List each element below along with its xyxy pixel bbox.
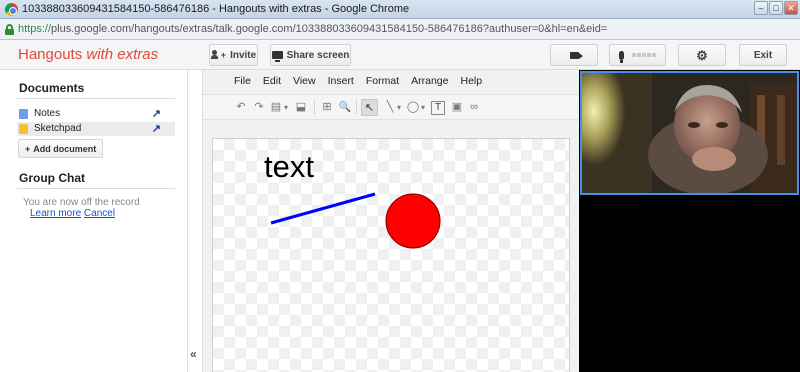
window-title: 103388033609431584150-586476186 - Hangou… (22, 3, 410, 15)
off-record-notice: You are now off the record (23, 197, 140, 208)
editor-menubar: File Edit View Insert Format Arrange Hel… (203, 70, 580, 92)
url-rest: plus.google.com/hangouts/extras/talk.goo… (51, 23, 608, 35)
collapse-panel-icon[interactable]: « (190, 347, 197, 361)
drawing-shapes (270, 192, 441, 249)
select-icon[interactable]: ↖ (361, 99, 378, 116)
open-external-icon[interactable]: ↗ (152, 122, 161, 135)
app-title: Hangouts with extras (18, 46, 158, 63)
drawn-line[interactable] (270, 192, 376, 225)
app-title-main: Hangouts (18, 46, 87, 63)
drawing-editor: File Edit View Insert Format Arrange Hel… (202, 70, 580, 372)
left-panel: Documents Notes ↗ Sketchpad ↗ + Add docu… (0, 70, 188, 372)
zoom-icon[interactable]: 🔍 (338, 99, 352, 116)
menu-arrange[interactable]: Arrange (411, 75, 448, 87)
share-screen-button[interactable]: Share screen (270, 44, 351, 66)
url-text[interactable]: https://plus.google.com/hangouts/extras/… (18, 23, 607, 35)
document-label: Notes (34, 108, 61, 119)
add-document-label: Add document (33, 143, 97, 154)
settings-button[interactable]: ⚙ (678, 44, 726, 66)
doc-icon (19, 109, 28, 119)
mic-toggle-button[interactable] (609, 44, 666, 66)
image-icon[interactable]: ▣ (450, 99, 464, 116)
close-window-button[interactable]: ✕ (784, 1, 798, 15)
video-panel (579, 70, 800, 372)
menu-edit[interactable]: Edit (263, 75, 281, 87)
open-external-icon[interactable]: ↗ (152, 107, 161, 120)
invite-button[interactable]: + Invite (209, 44, 258, 66)
textbox-icon[interactable]: T (431, 101, 445, 115)
editor-toolbar: ↶ ↷ ▤ ▾ ⬓ ⊞ 🔍 ↖ ╲ ▾ ◯ ▾ T ▣ ∞ (203, 94, 580, 120)
window-controls: – □ ✕ (754, 1, 798, 15)
menu-view[interactable]: View (293, 75, 316, 87)
menu-file[interactable]: File (234, 75, 251, 87)
learn-more-link[interactable]: Learn more (30, 208, 81, 219)
divider (17, 188, 175, 189)
gear-icon: ⚙ (696, 47, 708, 63)
drawing-icon (19, 124, 28, 134)
group-chat-heading: Group Chat (19, 171, 85, 185)
add-document-button[interactable]: + Add document (18, 139, 104, 158)
undo-icon[interactable]: ↶ (234, 99, 248, 116)
lock-icon (5, 24, 14, 35)
exit-button[interactable]: Exit (739, 44, 787, 66)
app-title-emph: with extras (86, 46, 159, 63)
camera-toggle-button[interactable] (550, 44, 598, 66)
participant-video-image (582, 73, 797, 193)
link-icon[interactable]: ∞ (467, 99, 481, 116)
url-scheme: https:// (18, 23, 52, 35)
divider (17, 98, 175, 99)
chrome-logo-icon (5, 3, 18, 16)
window-titlebar: 103388033609431584150-586476186 - Hangou… (0, 0, 800, 19)
plus-icon: + (25, 143, 31, 154)
screen-icon (271, 51, 283, 62)
mic-level-meter (632, 53, 656, 57)
fit-icon[interactable]: ⊞ (320, 99, 334, 116)
exit-label: Exit (753, 49, 773, 61)
hangout-appbar: Hangouts with extras + Invite Share scre… (0, 40, 800, 70)
paint-format-icon[interactable]: ⬓ (294, 99, 308, 116)
minimize-button[interactable]: – (754, 1, 768, 15)
chevron-down-icon[interactable]: ▾ (282, 99, 290, 116)
invite-label: Invite (230, 49, 257, 61)
document-item-sketchpad[interactable]: Sketchpad ↗ (17, 122, 175, 136)
cancel-link[interactable]: Cancel (84, 208, 115, 219)
microphone-icon (619, 50, 624, 63)
address-bar[interactable]: https://plus.google.com/hangouts/extras/… (0, 19, 800, 40)
menu-insert[interactable]: Insert (328, 75, 354, 87)
participant-video[interactable] (580, 71, 799, 195)
chat-links: Learn more Cancel (30, 208, 115, 219)
drawn-circle[interactable] (385, 193, 441, 249)
menu-help[interactable]: Help (460, 75, 482, 87)
add-person-icon (210, 50, 221, 60)
chevron-down-icon[interactable]: ▾ (395, 99, 403, 116)
share-screen-label: Share screen (286, 49, 350, 61)
maximize-button[interactable]: □ (769, 1, 783, 15)
chevron-down-icon[interactable]: ▾ (419, 99, 427, 116)
document-item-notes[interactable]: Notes ↗ (17, 107, 175, 121)
camera-icon (569, 51, 583, 59)
drawing-canvas[interactable]: text (212, 138, 570, 372)
shape-icon[interactable]: ◯ (406, 99, 420, 116)
redo-icon[interactable]: ↷ (252, 99, 266, 116)
document-label: Sketchpad (34, 123, 82, 134)
paste-icon[interactable]: ▤ (269, 99, 283, 116)
menu-format[interactable]: Format (366, 75, 399, 87)
documents-heading: Documents (19, 81, 85, 95)
